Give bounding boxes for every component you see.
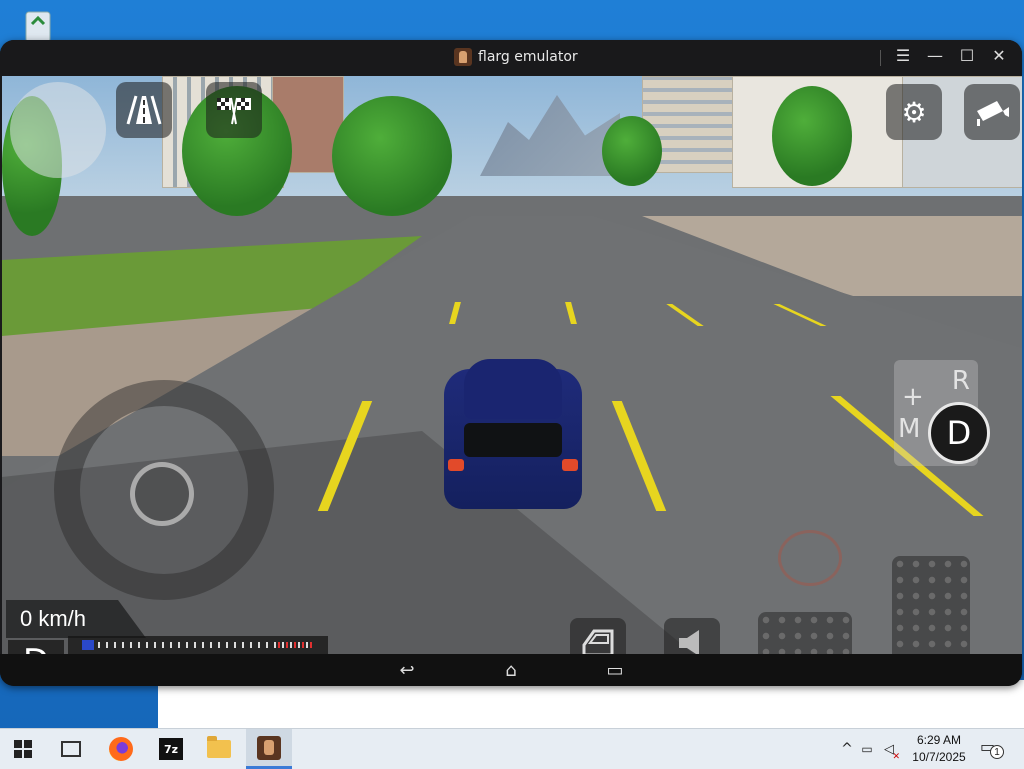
tree — [602, 116, 662, 186]
rpm-gauge: 012345678 — [68, 636, 328, 654]
gear-icon: ⚙ — [901, 95, 927, 129]
7zip-taskbar-button[interactable]: 7z — [148, 729, 194, 769]
firefox-icon — [109, 737, 133, 761]
door-button[interactable] — [570, 618, 626, 654]
steering-knob[interactable] — [130, 462, 194, 526]
file-explorer-taskbar-button[interactable] — [196, 729, 242, 769]
minimap[interactable] — [10, 82, 106, 178]
notification-count: 1 — [990, 745, 1004, 759]
window-title-text: flarg emulator — [478, 49, 578, 65]
horn-button[interactable] — [664, 618, 720, 654]
car-tail-light — [448, 459, 464, 471]
brake-pedal[interactable] — [758, 612, 852, 654]
tray-chevron-icon[interactable]: ^ — [838, 741, 856, 757]
tree — [772, 86, 852, 186]
handbrake-button[interactable] — [778, 530, 842, 586]
android-nav-bar: ↩ ⌂ ▭ — [0, 654, 1022, 686]
car-roof — [464, 359, 562, 419]
maximize-button[interactable]: ☐ — [956, 46, 978, 65]
checkered-flags-icon — [217, 97, 251, 125]
system-clock[interactable]: 6:29 AM 10/7/2025 — [906, 732, 972, 766]
title-separator — [880, 50, 881, 66]
notification-center-button[interactable]: ▭ 1 — [980, 737, 1008, 761]
android-back-button[interactable]: ↩ — [387, 659, 427, 681]
clock-time: 6:29 AM — [916, 733, 962, 747]
rpm-level — [82, 640, 94, 650]
car-door-icon — [582, 629, 614, 654]
gear-m-label: M — [898, 414, 921, 444]
car-tail-light — [562, 459, 578, 471]
emulator-app-icon — [257, 735, 281, 760]
volume-muted-icon[interactable]: ◁ ✕ — [878, 742, 900, 762]
windows-icon — [14, 740, 32, 758]
emulator-app-icon — [454, 48, 472, 66]
close-button[interactable]: ✕ — [988, 46, 1010, 65]
window-controls: ☰ — ☐ ✕ — [892, 46, 1010, 65]
race-mode-button[interactable] — [206, 82, 262, 138]
7zip-icon: 7z — [159, 738, 183, 760]
title-bar[interactable]: flarg emulator ☰ — ☐ ✕ — [0, 40, 1022, 76]
background-window — [158, 680, 1024, 732]
tree — [332, 96, 452, 216]
taskbar: 7z ^ ▭ ◁ ✕ 6:29 AM 10/7/2025 ▭ 1 — [0, 728, 1024, 769]
game-viewport[interactable]: ⚙ R + M D 0 km/h D — [2, 76, 1022, 654]
camera-icon — [977, 101, 1009, 126]
road-view-button[interactable] — [116, 82, 172, 138]
emulator-taskbar-button[interactable] — [246, 729, 292, 769]
current-gear: D — [8, 640, 64, 654]
android-recent-button[interactable]: ▭ — [595, 659, 635, 681]
start-button[interactable] — [0, 729, 46, 769]
horn-icon — [679, 630, 699, 654]
system-tray: ^ ▭ ◁ ✕ — [838, 729, 900, 769]
gear-d-button[interactable]: D — [928, 402, 990, 464]
road-icon — [126, 95, 162, 125]
clock-date: 10/7/2025 — [912, 750, 966, 764]
car-rear-window — [464, 423, 562, 457]
window-title: flarg emulator — [454, 48, 578, 66]
player-car — [438, 359, 588, 519]
gas-pedal[interactable] — [892, 556, 970, 654]
camera-button[interactable] — [964, 84, 1020, 140]
gear-r-label: R — [951, 366, 970, 396]
rpm-redline — [278, 642, 312, 648]
folder-icon — [207, 736, 231, 758]
firefox-taskbar-button[interactable] — [98, 729, 144, 769]
settings-button[interactable]: ⚙ — [886, 84, 942, 140]
emulator-window: flarg emulator ☰ — ☐ ✕ ⚙ R + M D 0 km/h … — [0, 40, 1022, 686]
task-view-icon — [61, 741, 81, 757]
minimize-button[interactable]: — — [924, 46, 946, 65]
task-view-button[interactable] — [48, 729, 94, 769]
menu-icon[interactable]: ☰ — [892, 46, 914, 65]
android-home-button[interactable]: ⌂ — [491, 659, 531, 681]
network-icon[interactable]: ▭ — [856, 742, 878, 756]
gear-plus-label: + — [902, 382, 924, 412]
recycle-bin-icon[interactable] — [18, 8, 58, 44]
